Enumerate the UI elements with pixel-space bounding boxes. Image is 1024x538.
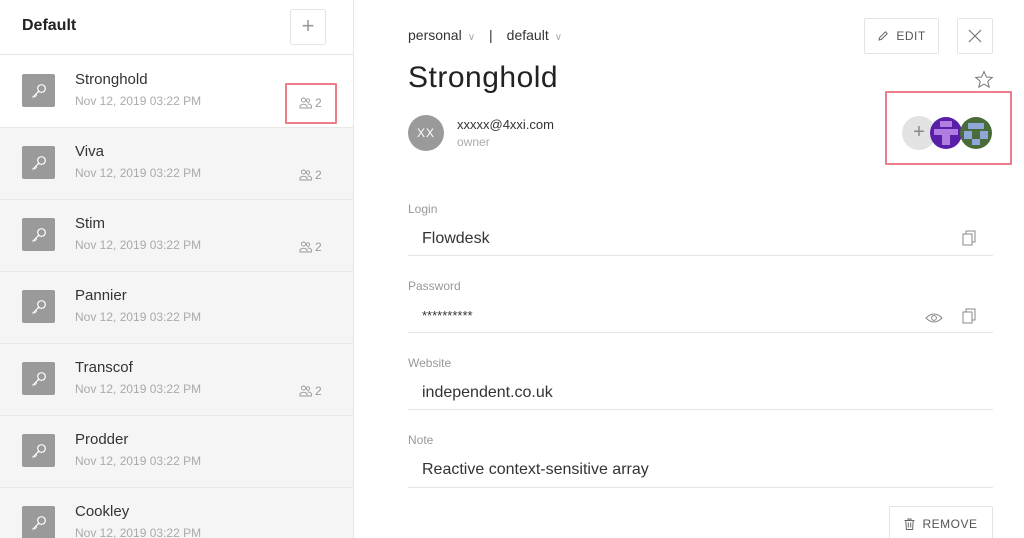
member-avatar[interactable] [930,117,962,149]
eye-icon[interactable] [925,312,943,324]
remove-label: REMOVE [922,517,978,531]
members-group: + [902,116,994,150]
users-icon [299,97,312,109]
list-item[interactable]: Cookley Nov 12, 2019 03:22 PM [0,488,353,538]
key-icon [22,362,55,395]
crumb-separator: | [489,27,493,43]
detail-panel: personal ∨ | default ∨ EDIT Stronghold XX … [355,0,1024,538]
password-value: ********** [422,308,473,323]
sidebar: Default + Stronghold Nov 12, 2019 03:22 P… [0,0,354,538]
sidebar-header: Default + [0,0,353,55]
key-icon [22,218,55,251]
users-icon [299,385,312,397]
item-name: Viva [75,143,104,160]
share-count-badge: 2 [299,168,322,182]
note-divider [408,487,993,488]
item-title: Stronghold [408,61,559,94]
item-name: Cookley [75,503,130,520]
remove-button[interactable]: REMOVE [889,506,993,538]
list-item[interactable]: Transcof Nov 12, 2019 03:22 PM 2 [0,344,353,416]
login-divider [408,255,993,256]
crumb-folder[interactable]: default ∨ [507,27,562,43]
item-name: Stronghold [75,71,148,88]
star-icon[interactable] [974,70,994,90]
owner-email: xxxxx@4xxi.com [457,117,554,132]
key-icon [22,146,55,179]
copy-icon[interactable] [962,308,976,324]
share-count: 2 [315,384,322,398]
item-list: Stronghold Nov 12, 2019 03:22 PM 2 Viva Nov … [0,56,353,538]
item-name: Pannier [75,287,127,304]
key-icon [22,290,55,323]
item-date: Nov 12, 2019 03:22 PM [75,310,202,324]
sidebar-title: Default [22,17,77,34]
close-button[interactable] [957,18,993,54]
item-name: Transcof [75,359,133,376]
list-item[interactable]: Stronghold Nov 12, 2019 03:22 PM 2 [0,56,353,128]
item-date: Nov 12, 2019 03:22 PM [75,382,202,396]
chevron-down-icon: ∨ [467,32,476,43]
list-item[interactable]: Pannier Nov 12, 2019 03:22 PM [0,272,353,344]
edit-label: EDIT [896,29,926,43]
item-name: Stim [75,215,105,232]
website-divider [408,409,993,410]
member-avatar[interactable] [960,117,992,149]
trash-icon [904,518,915,530]
list-item[interactable]: Prodder Nov 12, 2019 03:22 PM [0,416,353,488]
password-label: Password [408,279,461,293]
login-label: Login [408,202,438,216]
share-count: 2 [315,96,322,110]
item-date: Nov 12, 2019 03:22 PM [75,238,202,252]
login-value: Flowdesk [422,230,490,247]
website-value[interactable]: independent.co.uk [422,384,553,402]
item-date: Nov 12, 2019 03:22 PM [75,526,202,538]
close-icon [968,29,982,43]
note-label: Note [408,433,434,447]
pencil-icon [878,31,889,41]
key-icon [22,74,55,107]
share-count-badge: 2 [299,240,322,254]
share-count-badge: 2 [299,96,322,110]
owner-avatar: XX [408,115,444,151]
item-date: Nov 12, 2019 03:22 PM [75,454,202,468]
share-count: 2 [315,240,322,254]
edit-button[interactable]: EDIT [864,18,939,54]
owner-role: owner [457,135,490,149]
password-divider [408,332,993,333]
crumb-vault[interactable]: personal ∨ [408,27,475,43]
add-item-button[interactable]: + [290,9,326,45]
users-icon [299,169,312,181]
users-icon [299,241,312,253]
item-name: Prodder [75,431,129,448]
copy-icon[interactable] [962,230,976,246]
website-label: Website [408,356,452,370]
list-item[interactable]: Stim Nov 12, 2019 03:22 PM 2 [0,200,353,272]
key-icon [22,434,55,467]
list-item[interactable]: Viva Nov 12, 2019 03:22 PM 2 [0,128,353,200]
share-count: 2 [315,168,322,182]
share-count-badge: 2 [299,384,322,398]
item-date: Nov 12, 2019 03:22 PM [75,166,202,180]
key-icon [22,506,55,538]
breadcrumb: personal ∨ | default ∨ [408,27,562,43]
note-value: Reactive context-sensitive array [422,461,649,478]
item-date: Nov 12, 2019 03:22 PM [75,94,202,108]
chevron-down-icon: ∨ [554,32,563,43]
